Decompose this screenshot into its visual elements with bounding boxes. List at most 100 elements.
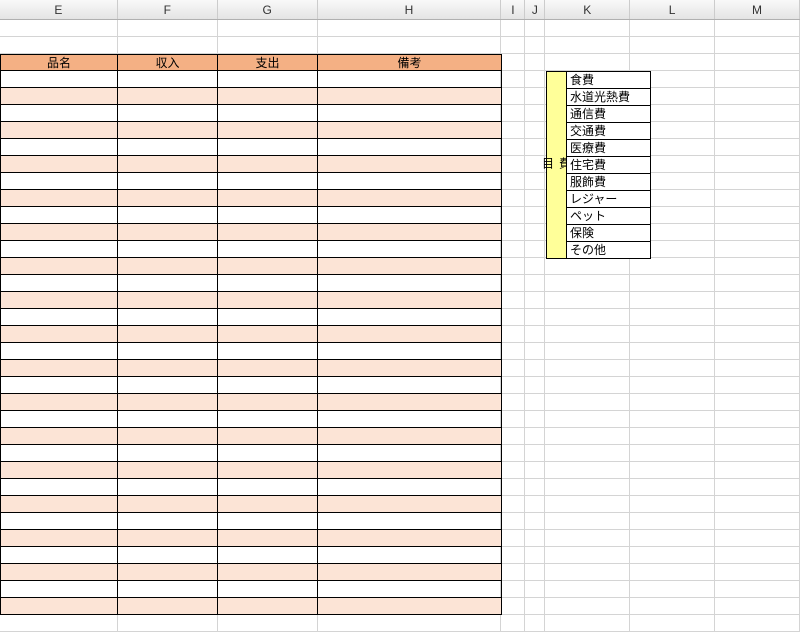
cell[interactable] [715, 598, 800, 615]
cell[interactable] [545, 547, 630, 564]
table-cell[interactable] [0, 513, 118, 530]
cell[interactable] [525, 564, 545, 581]
cell[interactable] [525, 207, 545, 224]
cell[interactable] [501, 241, 525, 258]
table-cell[interactable] [0, 207, 118, 224]
cell[interactable] [501, 105, 525, 122]
cell[interactable] [545, 20, 630, 37]
table-cell[interactable] [218, 360, 318, 377]
table-cell[interactable] [218, 224, 318, 241]
table-cell[interactable] [0, 479, 118, 496]
table-cell[interactable] [318, 547, 502, 564]
cell[interactable] [501, 275, 525, 292]
cell[interactable] [545, 54, 630, 71]
table-cell[interactable] [218, 377, 318, 394]
table-cell[interactable] [118, 275, 218, 292]
table-cell[interactable] [218, 547, 318, 564]
table-cell[interactable] [0, 360, 118, 377]
cell[interactable] [630, 530, 715, 547]
table-cell[interactable] [318, 564, 502, 581]
table-cell[interactable] [218, 343, 318, 360]
cell[interactable] [525, 88, 545, 105]
cell[interactable] [545, 394, 630, 411]
table-cell[interactable] [118, 292, 218, 309]
cell[interactable] [501, 224, 525, 241]
table-cell[interactable] [0, 547, 118, 564]
cell[interactable] [501, 377, 525, 394]
cell[interactable] [501, 139, 525, 156]
grid-area[interactable]: 品名収入支出備考 費目 食費水道光熱費通信費交通費医療費住宅費服飾費レジャーペッ… [0, 20, 800, 600]
cell[interactable] [501, 394, 525, 411]
cell[interactable] [715, 462, 800, 479]
table-cell[interactable] [218, 207, 318, 224]
table-cell[interactable] [0, 564, 118, 581]
cell[interactable] [630, 20, 715, 37]
cell[interactable] [501, 20, 525, 37]
cell[interactable] [501, 122, 525, 139]
table-cell[interactable] [218, 530, 318, 547]
table-cell[interactable] [0, 156, 118, 173]
cell[interactable] [545, 598, 630, 615]
cell[interactable] [0, 615, 118, 632]
table-cell[interactable] [318, 224, 502, 241]
cell[interactable] [715, 207, 800, 224]
cell[interactable] [525, 411, 545, 428]
table-cell[interactable] [218, 71, 318, 88]
cell[interactable] [715, 122, 800, 139]
table-cell[interactable] [318, 377, 502, 394]
cell[interactable] [501, 207, 525, 224]
list-item[interactable]: 食費 [566, 72, 651, 89]
cell[interactable] [501, 54, 525, 71]
table-cell[interactable] [118, 224, 218, 241]
cell[interactable] [630, 581, 715, 598]
table-cell[interactable] [218, 462, 318, 479]
cell[interactable] [545, 564, 630, 581]
cell[interactable] [630, 343, 715, 360]
cell[interactable] [501, 292, 525, 309]
cell[interactable] [545, 309, 630, 326]
cell[interactable] [218, 20, 318, 37]
table-cell[interactable] [118, 394, 218, 411]
cell[interactable] [715, 275, 800, 292]
cell[interactable] [545, 343, 630, 360]
cell[interactable] [715, 496, 800, 513]
table-cell[interactable] [0, 122, 118, 139]
cell[interactable] [715, 394, 800, 411]
cell[interactable] [630, 292, 715, 309]
cell[interactable] [501, 309, 525, 326]
column-header-J[interactable]: J [525, 0, 545, 19]
table-cell[interactable] [318, 343, 502, 360]
cell[interactable] [715, 479, 800, 496]
cell[interactable] [318, 615, 502, 632]
cell[interactable] [545, 530, 630, 547]
table-cell[interactable] [118, 343, 218, 360]
cell[interactable] [501, 496, 525, 513]
cell[interactable] [525, 445, 545, 462]
table-cell[interactable] [318, 207, 502, 224]
column-header-H[interactable]: H [318, 0, 502, 19]
cell[interactable] [715, 20, 800, 37]
table-cell[interactable] [118, 377, 218, 394]
cell[interactable] [545, 445, 630, 462]
table-cell[interactable] [0, 530, 118, 547]
table-cell[interactable] [118, 564, 218, 581]
cell[interactable] [501, 564, 525, 581]
table-cell[interactable] [318, 88, 502, 105]
table-cell[interactable] [0, 275, 118, 292]
cell[interactable] [501, 156, 525, 173]
cell[interactable] [218, 37, 318, 54]
list-item[interactable]: その他 [566, 242, 651, 259]
table-cell[interactable] [318, 411, 502, 428]
list-item[interactable]: 通信費 [566, 106, 651, 123]
list-item[interactable]: 水道光熱費 [566, 89, 651, 106]
table-cell[interactable] [318, 360, 502, 377]
table-cell[interactable] [318, 139, 502, 156]
table-cell[interactable] [218, 156, 318, 173]
table-cell[interactable] [0, 343, 118, 360]
table-cell[interactable] [0, 394, 118, 411]
cell[interactable] [525, 615, 545, 632]
cell[interactable] [525, 105, 545, 122]
list-item[interactable]: レジャー [566, 191, 651, 208]
cell[interactable] [501, 615, 525, 632]
table-cell[interactable] [118, 530, 218, 547]
